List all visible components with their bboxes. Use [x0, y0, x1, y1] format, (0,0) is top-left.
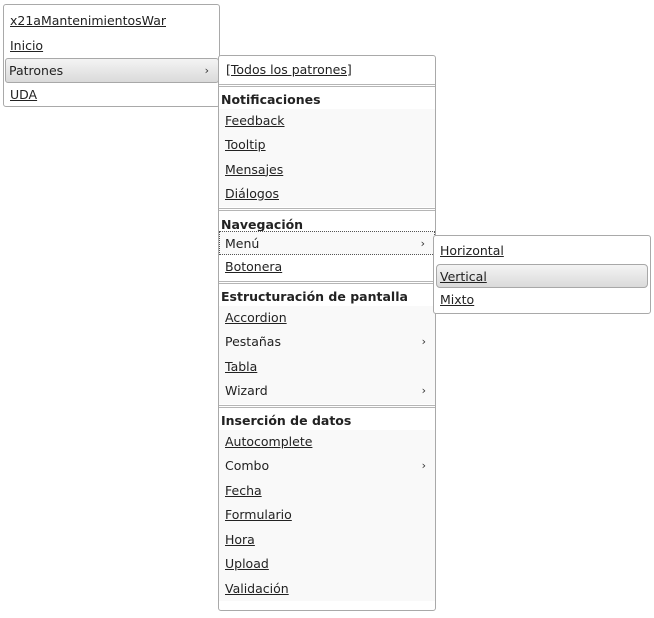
menu-item-accordion[interactable]: Accordion — [219, 306, 435, 331]
menu-item-label: x21aMantenimientosWar — [10, 13, 166, 28]
menu-item-hora[interactable]: Hora — [219, 528, 435, 553]
group-title-insercion: Inserción de datos — [221, 412, 352, 428]
chevron-right-icon: › — [420, 236, 425, 250]
menu-item-inicio[interactable]: Inicio — [4, 34, 219, 59]
menu-item-autocomplete[interactable]: Autocomplete — [219, 430, 435, 455]
group-title-estructuracion: Estructuración de pantalla — [221, 288, 408, 304]
menu-item-patrones[interactable]: Patrones › — [5, 58, 219, 83]
menu-item-mensajes[interactable]: Mensajes — [219, 158, 435, 183]
menu-item-label: Mensajes — [225, 161, 284, 177]
group-estructuracion: Accordion Pestañas › Tabla Wizard › — [219, 305, 435, 404]
menu-item-combo[interactable]: Combo › — [219, 454, 435, 479]
menu-item-fecha[interactable]: Fecha — [219, 479, 435, 504]
separator — [219, 280, 435, 284]
menu-item-label: UDA — [10, 86, 38, 102]
menu-item-label: Botonera — [225, 259, 283, 274]
chevron-right-icon: › — [204, 64, 209, 77]
separator — [219, 404, 435, 408]
menu-item-todos-patrones[interactable]: [Todos los patrones] — [219, 58, 435, 83]
root-menu: x21aMantenimientosWar Inicio Patrones › … — [3, 4, 220, 107]
menu-item-label: Hora — [225, 531, 255, 547]
menu-item-label: Vertical — [440, 268, 487, 284]
menu-item-label: Fecha — [225, 482, 262, 498]
group-insercion: Autocomplete Combo › Fecha Formulario Ho… — [219, 429, 435, 602]
menu-item-botonera[interactable]: Botonera — [219, 255, 435, 280]
menu-item-label: Patrones — [9, 63, 64, 78]
menu-item-label: Tabla — [225, 358, 258, 374]
menu-item-label: Menú — [225, 235, 260, 251]
menu-item-label: Tooltip — [225, 137, 266, 152]
menu-item-label: Inicio — [10, 37, 44, 53]
menu-item-label: Autocomplete — [225, 433, 313, 449]
separator — [219, 207, 435, 211]
menu-item-label: Horizontal — [440, 243, 504, 258]
chevron-right-icon: › — [421, 459, 426, 472]
menu-item-label: Pestañas — [225, 334, 281, 349]
menu-item-uda[interactable]: UDA — [4, 83, 219, 108]
menu-item-label: Accordion — [225, 309, 287, 325]
menu-item-label: Wizard — [225, 383, 268, 398]
menu-item-dialogos[interactable]: Diálogos — [219, 182, 435, 207]
menu-item-label: Feedback — [225, 112, 285, 128]
menu-item-x21amantenimientoswar[interactable]: x21aMantenimientosWar — [4, 9, 219, 34]
menu-item-tabla[interactable]: Tabla — [219, 355, 435, 380]
group-navegacion: Menú › Botonera — [219, 230, 435, 280]
chevron-right-icon: › — [421, 384, 426, 397]
group-notificaciones: Feedback Tooltip Mensajes Diálogos — [219, 108, 435, 207]
menu-item-label: Upload — [225, 556, 269, 571]
menu-item-mixto[interactable]: Mixto — [434, 288, 650, 313]
menu-item-formulario[interactable]: Formulario — [219, 503, 435, 528]
chevron-right-icon: › — [421, 335, 426, 348]
menu-item-vertical[interactable]: Vertical — [436, 263, 648, 288]
menu-item-label: Diálogos — [225, 186, 279, 201]
menu-item-menu[interactable]: Menú › — [219, 230, 435, 255]
menu-item-label: Validación — [225, 580, 289, 596]
menu-item-label: Mixto — [440, 292, 475, 307]
menu-item-tooltip[interactable]: Tooltip — [219, 133, 435, 158]
patrones-submenu: [Todos los patrones] Notificaciones Feed… — [218, 55, 436, 611]
menu-item-label: Formulario — [225, 507, 292, 522]
group-title-notificaciones: Notificaciones — [221, 91, 321, 107]
menu-submenu: Horizontal Vertical Mixto — [433, 235, 651, 314]
menu-item-horizontal[interactable]: Horizontal — [434, 239, 650, 264]
separator — [219, 83, 435, 87]
menu-item-validacion[interactable]: Validación — [219, 577, 435, 602]
menu-item-upload[interactable]: Upload — [219, 552, 435, 577]
group-title-navegacion: Navegación — [221, 216, 304, 232]
menu-item-label: [Todos los patrones] — [226, 62, 352, 77]
menu-item-pestanas[interactable]: Pestañas › — [219, 330, 435, 355]
menu-item-feedback[interactable]: Feedback — [219, 109, 435, 134]
menu-item-label: Combo — [225, 458, 270, 473]
menu-item-wizard[interactable]: Wizard › — [219, 379, 435, 404]
